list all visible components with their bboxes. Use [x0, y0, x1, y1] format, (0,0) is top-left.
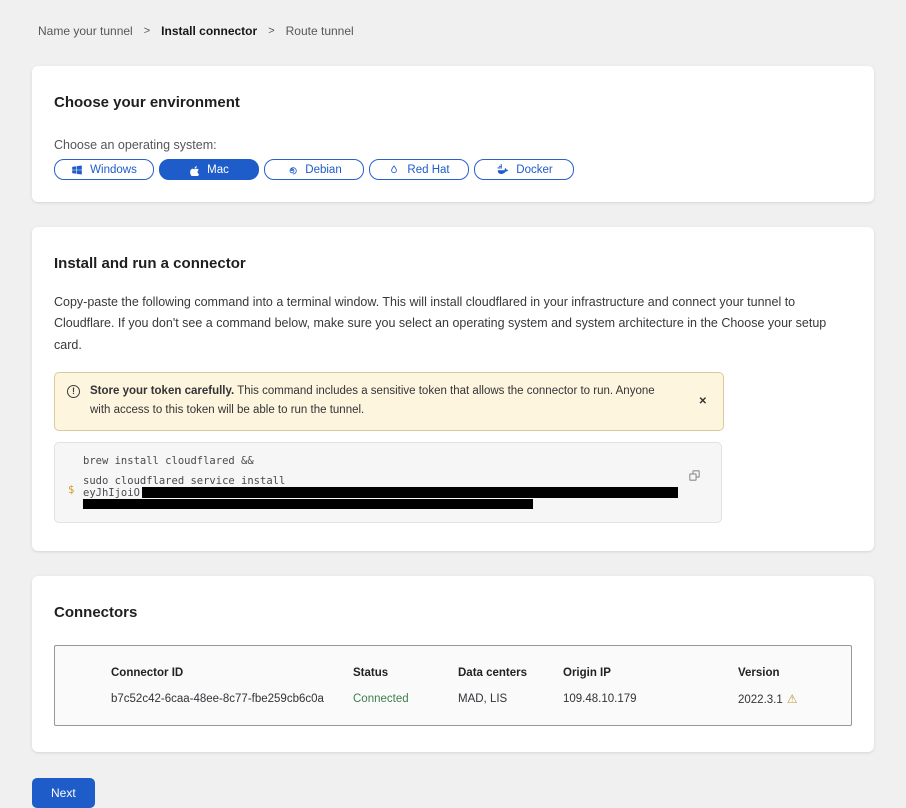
next-button[interactable]: Next: [32, 778, 95, 808]
os-button-label: Windows: [90, 164, 137, 176]
cell-version: 2022.3.1 ⚠: [738, 692, 841, 706]
redacted-token-bar: [142, 487, 678, 498]
os-button-redhat[interactable]: Red Hat: [369, 159, 469, 180]
cell-data-centers: MAD, LIS: [458, 693, 563, 705]
redacted-token-bar: [83, 499, 533, 509]
code-line-service-install: sudo cloudflared service install: [83, 476, 681, 487]
cell-connector-id: b7c52c42-6caa-48ee-8c77-fbe259cb6c0a: [111, 693, 353, 705]
environment-card: Choose your environment Choose an operat…: [32, 66, 874, 202]
exclamation-circle-icon: !: [67, 385, 80, 398]
install-card-title: Install and run a connector: [54, 255, 852, 272]
windows-logo-icon: [71, 164, 83, 176]
os-button-label: Red Hat: [407, 164, 449, 176]
redhat-icon: [388, 164, 400, 176]
connectors-table: Connector ID Status Data centers Origin …: [54, 645, 852, 726]
breadcrumb-separator: >: [268, 25, 274, 37]
table-row: b7c52c42-6caa-48ee-8c77-fbe259cb6c0a Con…: [111, 692, 841, 706]
install-command-code-block: $ brew install cloudflared && sudo cloud…: [54, 442, 722, 523]
install-description: Copy-paste the following command into a …: [54, 292, 852, 356]
code-line-brew-install: brew install cloudflared &&: [83, 456, 681, 467]
connectors-card-title: Connectors: [54, 604, 852, 621]
token-warning-banner: ! Store your token carefully. This comma…: [54, 372, 724, 431]
close-icon[interactable]: ✕: [695, 394, 711, 409]
header-version: Version: [738, 667, 841, 679]
docker-whale-icon: [495, 164, 509, 175]
cell-origin-ip: 109.48.10.179: [563, 693, 738, 705]
os-button-label: Debian: [305, 164, 341, 176]
connectors-card: Connectors Connector ID Status Data cent…: [32, 576, 874, 752]
warning-triangle-icon: ⚠: [787, 692, 798, 706]
install-connector-card: Install and run a connector Copy-paste t…: [32, 227, 874, 551]
status-badge: Connected: [353, 693, 458, 705]
breadcrumb: Name your tunnel > Install connector > R…: [0, 0, 906, 38]
shell-prompt: $: [68, 485, 74, 496]
os-button-windows[interactable]: Windows: [54, 159, 154, 180]
debian-swirl-icon: [286, 164, 298, 176]
header-data-centers: Data centers: [458, 667, 563, 679]
connectors-table-header: Connector ID Status Data centers Origin …: [111, 667, 841, 679]
apple-logo-icon: [189, 164, 200, 176]
breadcrumb-step-install-connector[interactable]: Install connector: [161, 24, 257, 38]
token-warning-bold: Store your token carefully.: [90, 385, 234, 397]
os-button-group: Windows Mac Debian Red Hat Docker: [54, 159, 852, 180]
os-button-debian[interactable]: Debian: [264, 159, 364, 180]
breadcrumb-step-name-your-tunnel[interactable]: Name your tunnel: [38, 24, 133, 38]
copy-icon[interactable]: [687, 468, 702, 486]
os-button-docker[interactable]: Docker: [474, 159, 574, 180]
environment-card-title: Choose your environment: [54, 94, 852, 111]
os-select-label: Choose an operating system:: [54, 138, 852, 152]
breadcrumb-separator: >: [144, 25, 150, 37]
token-warning-text: Store your token carefully. This command…: [90, 382, 660, 421]
os-button-label: Mac: [207, 164, 229, 176]
token-prefix: eyJhIjoiO: [83, 487, 140, 499]
header-origin-ip: Origin IP: [563, 667, 738, 679]
code-line-token: eyJhIjoiO: [83, 487, 681, 499]
os-button-label: Docker: [516, 164, 552, 176]
header-connector-id: Connector ID: [111, 667, 353, 679]
header-status: Status: [353, 667, 458, 679]
version-value: 2022.3.1: [738, 694, 783, 706]
breadcrumb-step-route-tunnel[interactable]: Route tunnel: [286, 24, 354, 38]
os-button-mac[interactable]: Mac: [159, 159, 259, 180]
